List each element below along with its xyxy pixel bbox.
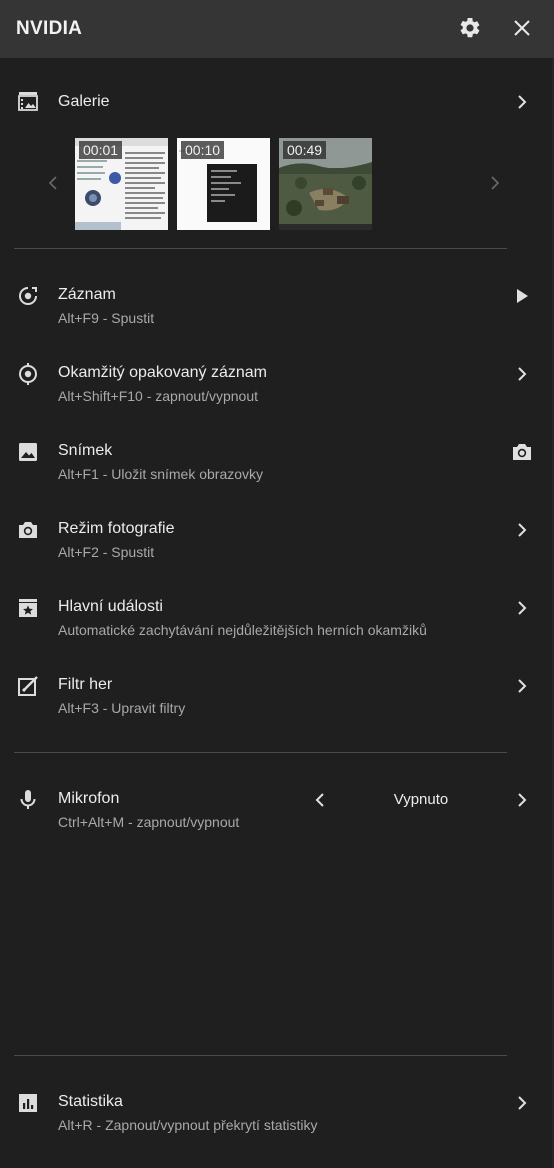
game-filter-row[interactable]: Filtr her Alt+F3 - Upravit filtry [0, 672, 554, 722]
item-title: Záznam [58, 286, 116, 303]
image-icon [19, 443, 37, 461]
item-subtitle: Alt+F2 - Spustit [58, 544, 155, 560]
statistics-icon [19, 1094, 37, 1112]
chevron-right-icon[interactable] [512, 1093, 532, 1113]
item-title: Filtr her [58, 676, 113, 693]
gallery-label: Galerie [58, 93, 110, 110]
item-subtitle: Ctrl+Alt+M - zapnout/vypnout [58, 814, 240, 830]
divider [14, 248, 507, 249]
brand-title: NVIDIA [16, 18, 83, 39]
item-title: Snímek [58, 442, 113, 459]
item-subtitle: Alt+F1 - Uložit snímek obrazovky [58, 466, 264, 482]
filter-icon [18, 676, 38, 696]
item-title: Hlavní události [58, 598, 163, 615]
item-subtitle: Automatické zachytávání nejdůležitějších… [58, 622, 427, 638]
chevron-right-icon[interactable] [512, 790, 532, 810]
thumbnail-duration: 00:49 [283, 141, 327, 159]
microphone-value: Vypnuto [393, 791, 449, 808]
item-title: Režim fotografie [58, 520, 175, 537]
camera-icon[interactable] [510, 440, 534, 464]
item-subtitle: Alt+R - Zapnout/vypnout překrytí statist… [58, 1117, 318, 1133]
screenshot-row[interactable]: Snímek Alt+F1 - Uložit snímek obrazovky [0, 438, 554, 488]
microphone-icon [20, 790, 36, 809]
microphone-row: Mikrofon Ctrl+Alt+M - zapnout/vypnout Vy… [0, 786, 554, 836]
record-icon [19, 287, 37, 305]
statistics-row[interactable]: Statistika Alt+R - Zapnout/vypnout překr… [0, 1089, 554, 1139]
chevron-left-icon[interactable] [46, 174, 60, 192]
close-icon[interactable] [510, 16, 534, 40]
item-subtitle: Alt+F9 - Spustit [58, 310, 155, 326]
chevron-right-icon[interactable] [512, 520, 532, 540]
chevron-right-icon[interactable] [512, 676, 532, 696]
highlights-row[interactable]: Hlavní události Automatické zachytávání … [0, 594, 554, 644]
divider [14, 1055, 507, 1056]
camera-icon [19, 522, 37, 538]
item-title: Okamžitý opakovaný záznam [58, 364, 267, 381]
instant-replay-row[interactable]: Okamžitý opakovaný záznam Alt+Shift+F10 … [0, 360, 554, 410]
gallery-thumbnail[interactable]: 00:49 [279, 138, 372, 230]
play-icon[interactable] [512, 286, 532, 306]
photo-mode-row[interactable]: Režim fotografie Alt+F2 - Spustit [0, 516, 554, 566]
chevron-right-icon[interactable] [512, 92, 532, 112]
instant-replay-icon [19, 363, 37, 385]
gallery-row[interactable]: Galerie [0, 86, 554, 120]
chevron-right-icon[interactable] [488, 174, 502, 192]
thumbnail-duration: 00:10 [181, 141, 225, 159]
item-title: Statistika [58, 1093, 123, 1110]
gear-icon[interactable] [458, 16, 482, 40]
gallery-icon [18, 92, 38, 111]
item-subtitle: Alt+F3 - Upravit filtry [58, 700, 186, 716]
gallery-thumbnail[interactable]: 00:01 [75, 138, 168, 230]
item-title: Mikrofon [58, 790, 120, 807]
record-row[interactable]: Záznam Alt+F9 - Spustit [0, 282, 554, 332]
highlights-icon [19, 599, 37, 617]
thumbnail-duration: 00:01 [79, 141, 123, 159]
item-subtitle: Alt+Shift+F10 - zapnout/vypnout [58, 388, 259, 404]
chevron-right-icon[interactable] [512, 598, 532, 618]
chevron-left-icon[interactable] [310, 790, 330, 810]
overlay-header: NVIDIA [0, 0, 554, 58]
chevron-right-icon[interactable] [512, 364, 532, 384]
divider [14, 752, 507, 753]
gallery-thumbnail[interactable]: 00:10 [177, 138, 270, 230]
